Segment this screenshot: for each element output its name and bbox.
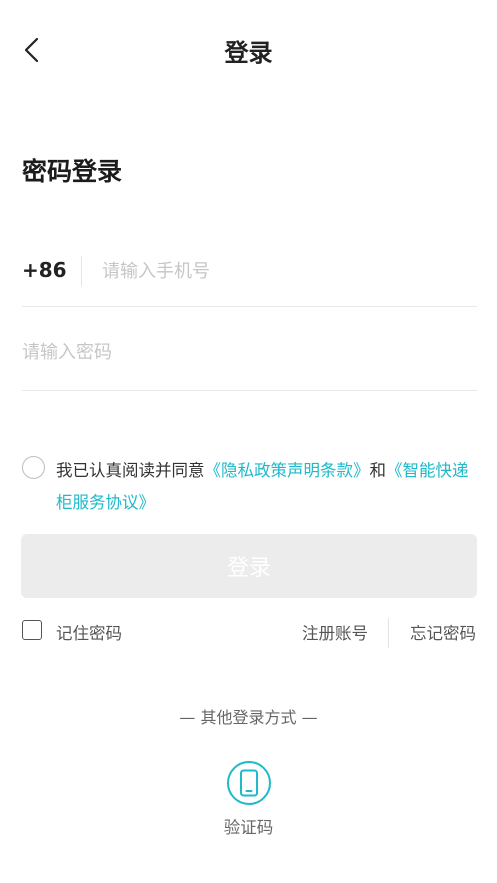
login-button[interactable]: 登录 [21,534,477,598]
privacy-policy-link[interactable]: 《隐私政策声明条款》 [205,461,370,480]
forgot-password-link[interactable]: 忘记密码 [410,620,476,644]
phone-icon [240,769,258,797]
section-title: 密码登录 [22,157,123,186]
agreement-conjunction: 和 [369,461,387,480]
remember-password-checkbox[interactable] [22,620,42,640]
password-row [22,307,477,391]
phone-input[interactable] [102,256,462,286]
agreement-text: 我已认真阅读并同意《隐私政策声明条款》和《智能快递柜服务协议》 [56,455,481,519]
phone-row: +86 [22,236,477,307]
divider [81,256,82,286]
other-login-methods-title: — 其他登录方式 — [179,708,318,727]
remember-password-label: 记住密码 [56,624,122,643]
divider [388,618,389,648]
header: 登录 [0,0,497,100]
page-title: 登录 [224,39,273,67]
password-input[interactable] [22,337,462,367]
sms-code-login-button[interactable] [227,761,271,805]
sms-code-label: 验证码 [223,818,274,837]
login-page: 登录 密码登录 +86 我已认真阅读并同意《隐私政策声明条款》和《智能快递柜服务… [0,0,497,883]
register-link[interactable]: 注册账号 [302,620,368,644]
country-code-selector[interactable]: +86 [22,258,67,282]
agreement-radio[interactable] [22,456,45,479]
agreement-prefix: 我已认真阅读并同意 [56,461,205,480]
